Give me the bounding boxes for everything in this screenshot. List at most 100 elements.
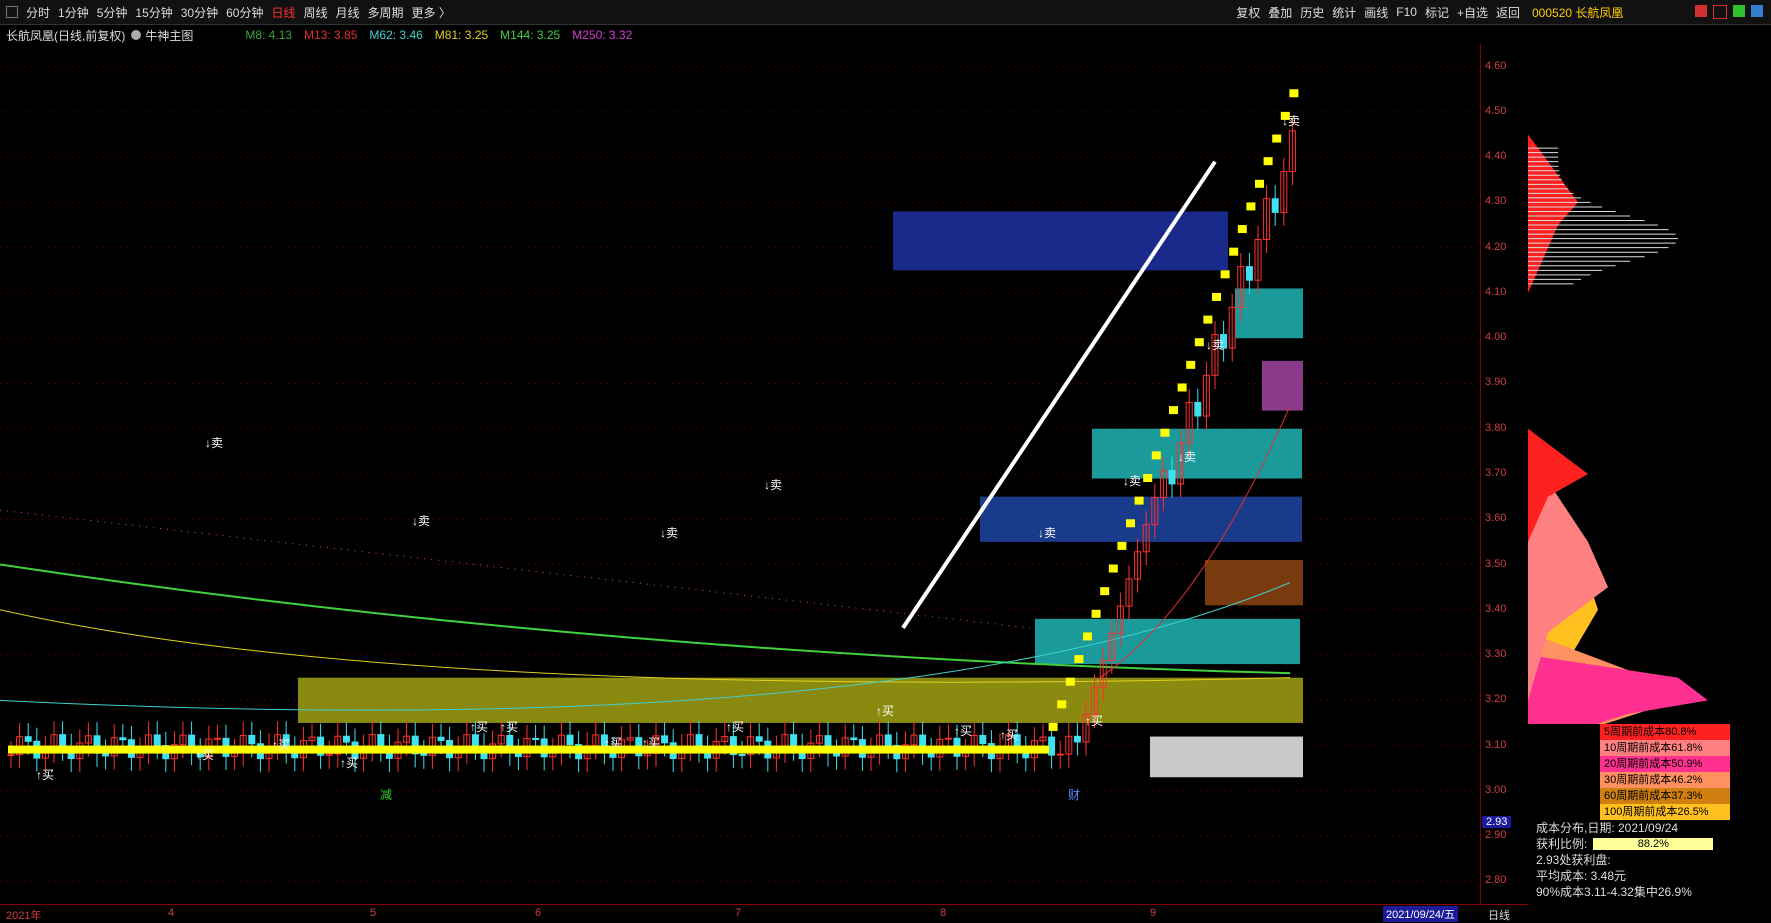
price-tick: 2.80	[1485, 874, 1507, 887]
trend-ladder-step	[68, 745, 78, 754]
flag-icon[interactable]	[1695, 5, 1707, 17]
toolbar-button-4[interactable]: 画线	[1364, 4, 1388, 21]
trend-ladder-step	[119, 745, 129, 754]
trend-ladder-step	[678, 745, 688, 754]
price-tick: 3.70	[1485, 467, 1507, 479]
candle-body	[979, 735, 987, 745]
trend-ladder-step	[1108, 564, 1118, 573]
ma-label-5: M250: 3.32	[572, 28, 633, 42]
indicator-name[interactable]: 牛神主图	[145, 27, 193, 44]
date-tick: 4	[168, 907, 175, 919]
tab-period-7[interactable]: 周线	[303, 4, 327, 21]
trend-ladder-step	[713, 745, 723, 754]
date-tick: 2021年	[6, 910, 42, 922]
toolbar-button-1[interactable]: 叠加	[1268, 4, 1292, 21]
cost-distribution-layer	[1528, 134, 1578, 293]
trend-ladder-step	[438, 745, 447, 754]
menu-icon[interactable]	[6, 6, 18, 18]
trend-ladder-step	[446, 745, 456, 754]
trend-ladder-step	[1074, 655, 1084, 664]
trend-ladder-step	[868, 745, 877, 754]
trend-ladder-step	[997, 745, 1006, 754]
trend-ladder-step	[850, 745, 860, 754]
trend-ladder-step	[945, 745, 955, 754]
kline-chart[interactable]	[0, 44, 1480, 904]
trend-ladder-step	[1203, 315, 1213, 324]
profit-at-price: 2.93处获利盘:	[1536, 853, 1611, 867]
trend-ladder-step	[59, 745, 69, 754]
candle-body	[24, 736, 32, 742]
finance-signal-marker: 财	[1068, 788, 1081, 802]
toolbar-button-7[interactable]: +自选	[1457, 4, 1488, 21]
tab-period-10[interactable]: 更多 〉	[412, 4, 451, 21]
signal-zone	[1262, 360, 1303, 411]
tab-period-2[interactable]: 5分钟	[97, 4, 128, 21]
trend-ladder-step	[911, 745, 920, 754]
buy-signal-marker: ↑买	[876, 704, 895, 718]
indicator-toggle-icon[interactable]	[131, 30, 142, 40]
window-icon[interactable]	[1713, 5, 1727, 19]
price-tick: 3.80	[1485, 421, 1507, 434]
price-tick: 3.90	[1485, 376, 1507, 389]
toolbar-button-3[interactable]: 统计	[1332, 4, 1356, 21]
trend-ladder-step	[309, 745, 318, 754]
sell-signal-marker: ↓卖	[412, 514, 431, 528]
chart-title: 长航凤凰(日线,前复权)	[6, 28, 126, 43]
trend-ladder-step	[661, 745, 671, 754]
trend-ladder-step	[1031, 745, 1041, 754]
toolbar-button-8[interactable]: 返回	[1496, 4, 1520, 21]
tab-period-6[interactable]: 日线	[271, 4, 295, 21]
trend-ladder-step	[558, 745, 568, 754]
toolbar-button-2[interactable]: 历史	[1300, 4, 1324, 21]
tab-period-8[interactable]: 月线	[336, 4, 360, 21]
buy-signal-marker: ↑买	[500, 720, 519, 734]
trend-ladder-step	[971, 745, 981, 754]
trend-ladder-step	[1143, 474, 1153, 482]
candle-body	[471, 734, 479, 747]
trend-ladder-step	[825, 745, 834, 754]
sell-signal-marker: ↓卖	[1123, 474, 1142, 488]
price-tick: 3.60	[1485, 512, 1507, 525]
trend-ladder-step	[833, 745, 843, 754]
trend-ladder-step	[515, 745, 525, 754]
trend-ladder-step	[1117, 541, 1127, 550]
candle-body	[59, 734, 67, 748]
trend-ladder-step	[386, 745, 396, 754]
cost-distribution-layer	[1528, 655, 1708, 746]
tab-period-4[interactable]: 30分钟	[181, 4, 218, 21]
cost-legend-item: 60周期前成本37.3%	[1600, 788, 1730, 804]
cost-legend-item: 5周期前成本80.8%	[1600, 724, 1730, 740]
candle-body	[420, 753, 428, 756]
trend-ladder-step	[481, 745, 490, 754]
trend-ladder-step	[85, 745, 95, 754]
tab-period-5[interactable]: 60分钟	[226, 4, 263, 21]
trend-ladder-step	[403, 745, 413, 754]
toolbar-button-0[interactable]: 复权	[1236, 4, 1260, 21]
tools-icon[interactable]	[1751, 5, 1763, 17]
trend-ladder-step	[231, 745, 241, 754]
tab-period-0[interactable]: 分时	[26, 4, 50, 21]
ma-label-4: M144: 3.25	[500, 28, 561, 42]
trend-ladder-step	[257, 745, 267, 754]
trend-ladder-step	[704, 745, 714, 754]
stock-code-name: 000520 长航凤凰	[1532, 5, 1624, 20]
tab-period-3[interactable]: 15分钟	[135, 4, 172, 21]
trend-ladder-step	[567, 745, 576, 754]
toolbar-button-6[interactable]: 标记	[1425, 4, 1449, 21]
trend-ladder-step	[455, 745, 465, 754]
trend-ladder-step	[1022, 745, 1032, 754]
toolbar-button-5[interactable]: F10	[1396, 5, 1417, 19]
trend-ladder-step	[1194, 338, 1204, 347]
toolbar: 分时 1分钟 5分钟 15分钟 30分钟 60分钟 日线 周线 月线 多周期 更多 〉 复权 叠加 历史…	[0, 0, 1528, 25]
tab-period-1[interactable]: 1分钟	[58, 4, 89, 21]
arrow-icon[interactable]	[1733, 5, 1745, 17]
tab-period-9[interactable]: 多周期	[368, 4, 404, 21]
price-tick: 4.40	[1485, 150, 1507, 163]
trend-ladder-step	[412, 745, 422, 754]
trend-ladder-step	[1083, 632, 1092, 641]
trend-ladder-step	[893, 745, 903, 754]
candle-body	[248, 734, 256, 745]
candle-body	[1194, 401, 1202, 417]
trend-ladder-step	[747, 745, 757, 754]
date-axis: 2021/09/24/五 日线 2021年 4 5 6 7 8 9	[0, 904, 1528, 923]
